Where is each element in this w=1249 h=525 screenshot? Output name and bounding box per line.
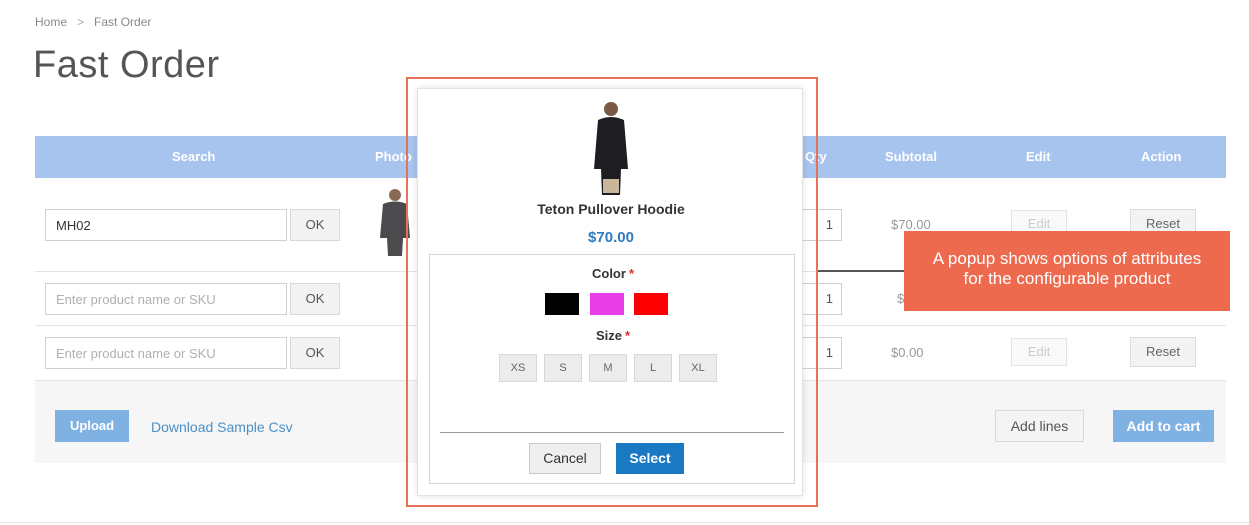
header-edit: Edit (1026, 149, 1051, 164)
subtotal-value: $0.00 (891, 345, 924, 360)
size-option-m[interactable]: M (589, 354, 627, 382)
header-search: Search (172, 149, 216, 164)
annotation-callout: A popup shows options of attributes for … (904, 231, 1230, 311)
header-subtotal: Subtotal (885, 149, 937, 164)
select-button[interactable]: Select (616, 443, 684, 474)
size-label-text: Size (595, 328, 622, 343)
search-input[interactable] (45, 337, 287, 369)
color-label: Color * (430, 266, 796, 281)
color-label-text: Color (591, 266, 626, 281)
subtotal-value: $70.00 (891, 217, 931, 232)
search-input[interactable] (45, 283, 287, 315)
ok-button[interactable]: OK (290, 337, 340, 369)
callout-line-2: for the configurable product (963, 269, 1171, 288)
product-image (594, 102, 628, 195)
download-sample-csv-link[interactable]: Download Sample Csv (151, 419, 293, 435)
page-divider (0, 522, 1249, 523)
page-title: Fast Order (33, 44, 220, 86)
breadcrumb: Home > Fast Order (35, 15, 151, 29)
product-price: $70.00 (588, 229, 634, 246)
add-lines-button[interactable]: Add lines (995, 410, 1084, 442)
ok-button[interactable]: OK (290, 209, 340, 241)
edit-button[interactable]: Edit (1011, 338, 1067, 366)
size-option-xl[interactable]: XL (679, 354, 717, 382)
required-marker: * (624, 328, 631, 343)
breadcrumb-home-link[interactable]: Home (35, 15, 67, 29)
add-to-cart-button[interactable]: Add to cart (1113, 410, 1214, 442)
upload-button[interactable]: Upload (55, 410, 129, 442)
required-marker: * (628, 266, 634, 281)
size-option-l[interactable]: L (634, 354, 672, 382)
callout-pointer-line (818, 270, 906, 272)
search-input[interactable] (45, 209, 287, 241)
popup-divider (440, 432, 784, 433)
product-name: Teton Pullover Hoodie (537, 201, 685, 217)
options-panel: Color * Size * XS S M L XL Cancel Select (429, 254, 795, 484)
breadcrumb-current: Fast Order (94, 15, 152, 29)
color-swatch-black[interactable] (545, 293, 579, 315)
ok-button[interactable]: OK (290, 283, 340, 315)
color-swatch-magenta[interactable] (590, 293, 624, 315)
callout-line-1: A popup shows options of attributes (932, 249, 1202, 268)
color-swatch-red[interactable] (634, 293, 668, 315)
breadcrumb-separator: > (77, 15, 85, 29)
cancel-button[interactable]: Cancel (529, 443, 601, 474)
reset-button[interactable]: Reset (1130, 337, 1196, 367)
header-action: Action (1141, 149, 1182, 164)
size-label: Size * (430, 328, 796, 343)
product-options-popup: Teton Pullover Hoodie $70.00 Color * Size… (417, 88, 803, 496)
size-option-xs[interactable]: XS (499, 354, 537, 382)
size-option-s[interactable]: S (544, 354, 582, 382)
